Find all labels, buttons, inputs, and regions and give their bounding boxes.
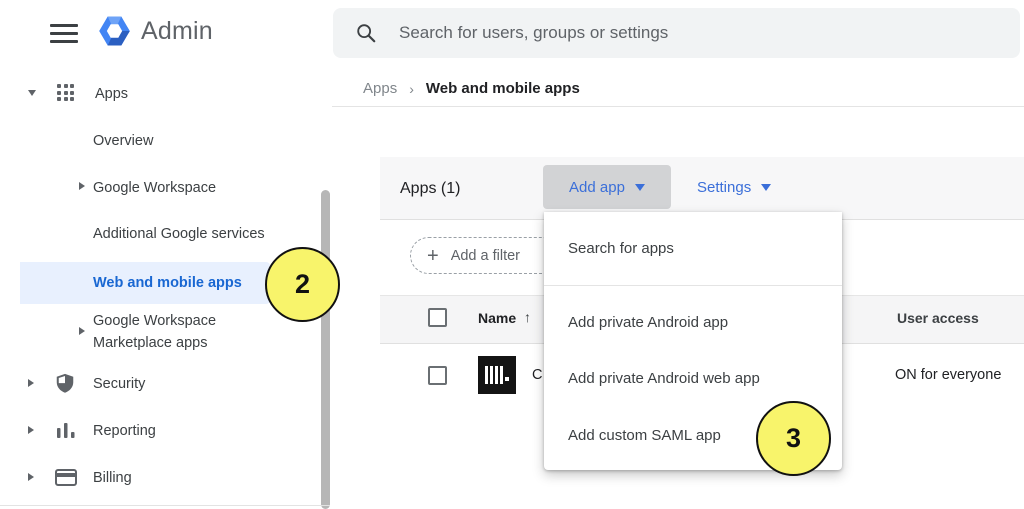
row-checkbox[interactable] — [428, 366, 447, 385]
user-access-cell: ON for everyone — [895, 367, 1001, 383]
sidebar-item-security[interactable]: Security — [93, 376, 145, 392]
add-app-button[interactable]: Add app — [543, 165, 671, 209]
credit-card-icon — [55, 469, 77, 486]
plus-icon: + — [427, 246, 439, 266]
brand[interactable]: Admin — [96, 14, 213, 48]
admin-logo-icon — [96, 14, 133, 48]
apps-count-title: Apps (1) — [400, 180, 460, 198]
app-name-cell[interactable]: C — [532, 367, 542, 383]
sidebar-item-apps[interactable]: Apps — [95, 86, 128, 102]
chevron-down-icon — [761, 184, 771, 191]
annotation-step-2: 2 — [265, 247, 340, 322]
sidebar-item-overview[interactable]: Overview — [93, 133, 153, 149]
column-header-user-access[interactable]: User access — [897, 310, 979, 326]
select-all-checkbox[interactable] — [428, 308, 447, 327]
chevron-right-icon[interactable] — [28, 473, 34, 481]
search-placeholder: Search for users, groups or settings — [399, 23, 668, 43]
divider — [332, 106, 1024, 107]
add-filter-chip[interactable]: + Add a filter — [410, 237, 560, 274]
sidebar-item-web-and-mobile-apps[interactable]: Web and mobile apps — [93, 275, 242, 291]
add-app-label: Add app — [569, 179, 625, 196]
divider — [0, 505, 330, 506]
chevron-down-icon — [635, 184, 645, 191]
search-icon — [355, 22, 377, 44]
bar-chart-icon — [56, 421, 76, 439]
breadcrumb-apps-link[interactable]: Apps — [363, 80, 397, 97]
app-logo-icon — [478, 356, 516, 394]
sidebar-scrollbar[interactable] — [321, 190, 330, 509]
sidebar-item-reporting[interactable]: Reporting — [93, 423, 156, 439]
google-admin-console: Admin Apps Overview Google Workspace Add… — [0, 0, 1024, 509]
menu-item-search-for-apps[interactable]: Search for apps — [544, 212, 842, 285]
sort-ascending-icon[interactable]: ↑ — [524, 309, 531, 325]
divider — [544, 285, 842, 286]
menu-item-add-private-android-web-app[interactable]: Add private Android web app — [544, 350, 842, 406]
breadcrumb: Apps › Web and mobile apps — [363, 80, 580, 97]
menu-hamburger-icon[interactable] — [50, 24, 78, 44]
sidebar-item-additional-google-services[interactable]: Additional Google services — [93, 226, 265, 242]
chevron-right-icon[interactable] — [28, 426, 34, 434]
chevron-right-icon[interactable] — [79, 327, 85, 335]
shield-icon — [54, 372, 76, 394]
sidebar-item-google-workspace[interactable]: Google Workspace — [93, 180, 216, 196]
sidebar-item-billing[interactable]: Billing — [93, 470, 132, 486]
annotation-step-3: 3 — [756, 401, 831, 476]
add-filter-label: Add a filter — [451, 248, 520, 264]
chevron-down-icon[interactable] — [28, 90, 36, 96]
settings-button[interactable]: Settings — [697, 165, 771, 209]
settings-label: Settings — [697, 179, 751, 196]
sidebar-item-gw-marketplace-apps[interactable]: Google Workspace Marketplace apps — [93, 310, 253, 355]
brand-title: Admin — [141, 17, 213, 46]
chevron-right-icon[interactable] — [79, 182, 85, 190]
apps-grid-icon — [57, 84, 74, 101]
chevron-right-icon[interactable] — [28, 379, 34, 387]
column-header-name[interactable]: Name — [478, 310, 516, 326]
breadcrumb-separator: › — [409, 81, 414, 97]
menu-item-add-private-android-app[interactable]: Add private Android app — [544, 294, 842, 350]
global-search-input[interactable]: Search for users, groups or settings — [333, 8, 1020, 58]
breadcrumb-current: Web and mobile apps — [426, 80, 580, 97]
